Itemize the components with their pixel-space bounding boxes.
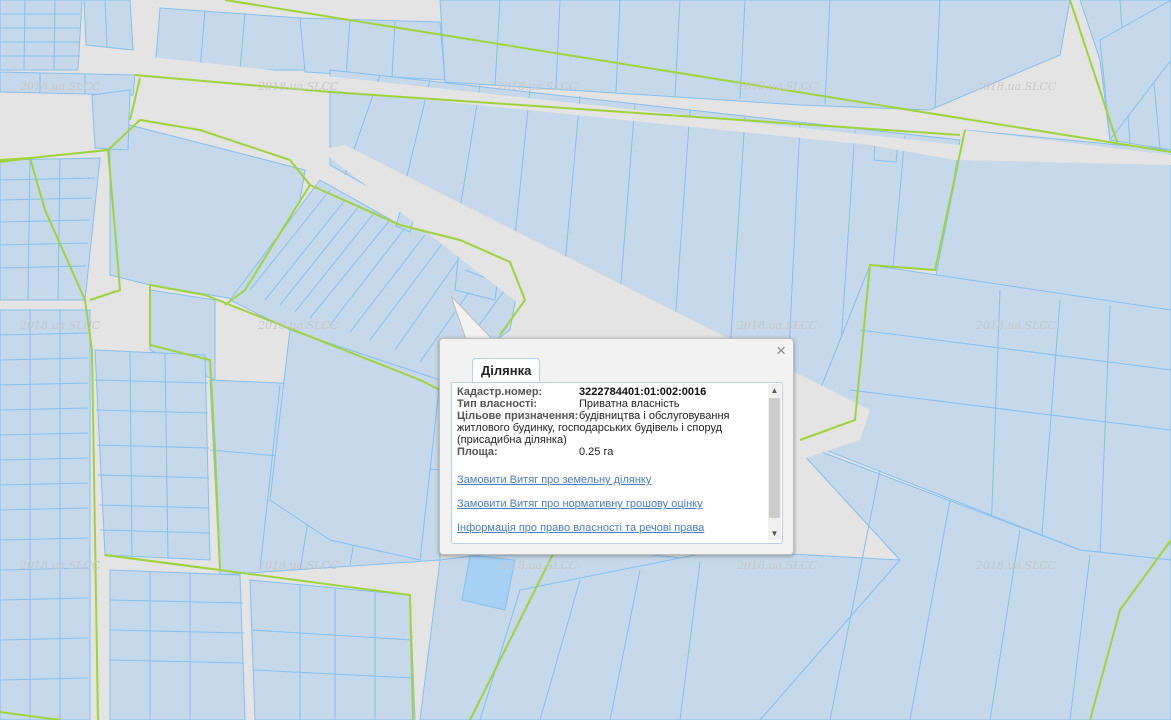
scroll-down-icon[interactable]: ▼ — [768, 527, 781, 540]
scroll-up-icon[interactable]: ▲ — [768, 384, 781, 397]
ownership-row: Тип власності: Приватна власність — [457, 398, 762, 410]
scroll-thumb[interactable] — [769, 398, 780, 518]
area-value: 0.25 га — [579, 446, 614, 458]
close-icon[interactable]: × — [776, 341, 786, 361]
watermark-label: 2018.ua.SLCC — [19, 80, 101, 93]
area-label: Площа: — [457, 446, 498, 458]
watermark-label: 2018.ua.SLCC — [257, 80, 339, 93]
watermark-label: 2018.ua.SLCC — [496, 559, 578, 572]
parcel-details: Кадастр.номер: 3222784401:01:002:0016 Ти… — [457, 386, 762, 534]
watermark-label: 2018.ua.SLCC — [975, 80, 1057, 93]
cadastral-label: Кадастр.номер: — [457, 386, 543, 398]
popup-content: Кадастр.номер: 3222784401:01:002:0016 Ти… — [451, 382, 783, 544]
tab-parcel[interactable]: Ділянка — [472, 358, 541, 383]
purpose-row: Цільове призначення: будівництва і обслу… — [457, 410, 762, 422]
watermark-label: 2018.ua.SLCC — [736, 319, 818, 332]
order-valuation-extract-link[interactable]: Замовити Витяг про нормативну грошову оц… — [457, 498, 762, 510]
cadastral-number: 3222784401:01:002:0016 — [579, 386, 707, 398]
watermark-label: 2018.ua.SLCC — [19, 319, 101, 332]
watermark-label: 2018.ua.SLCC — [975, 319, 1057, 332]
order-land-extract-link[interactable]: Замовити Витяг про земельну ділянку — [457, 474, 762, 486]
watermark-label: 2018.ua.SLCC — [496, 80, 578, 93]
watermark-label: 2018.ua.SLCC — [975, 559, 1057, 572]
purpose-value-continued: житлового будинку, господарських будівел… — [457, 422, 722, 446]
ownership-value: Приватна власність — [579, 398, 680, 410]
watermark-label: 2018.ua.SLCC — [736, 559, 818, 572]
popup-scrollbar[interactable]: ▲ ▼ — [768, 384, 781, 540]
watermark-label: 2018.ua.SLCC — [257, 559, 339, 572]
parcel-info-popup: × Ділянка Кадастр.номер: 3222784401:01:0… — [439, 338, 794, 555]
area-row: Площа: 0.25 га — [457, 446, 762, 458]
purpose-label: Цільове призначення: — [457, 410, 579, 422]
watermark-label: 2018.ua.SLCC — [736, 80, 818, 93]
cadastral-row: Кадастр.номер: 3222784401:01:002:0016 — [457, 386, 762, 398]
purpose-value: будівництва і обслуговування — [579, 410, 730, 422]
watermark-label: 2018.ua.SLCC — [19, 559, 101, 572]
ownership-label: Тип власності: — [457, 398, 538, 410]
watermark-label: 2018.ua.SLCC — [257, 319, 339, 332]
ownership-rights-info-link[interactable]: Інформація про право власності та речові… — [457, 522, 762, 534]
